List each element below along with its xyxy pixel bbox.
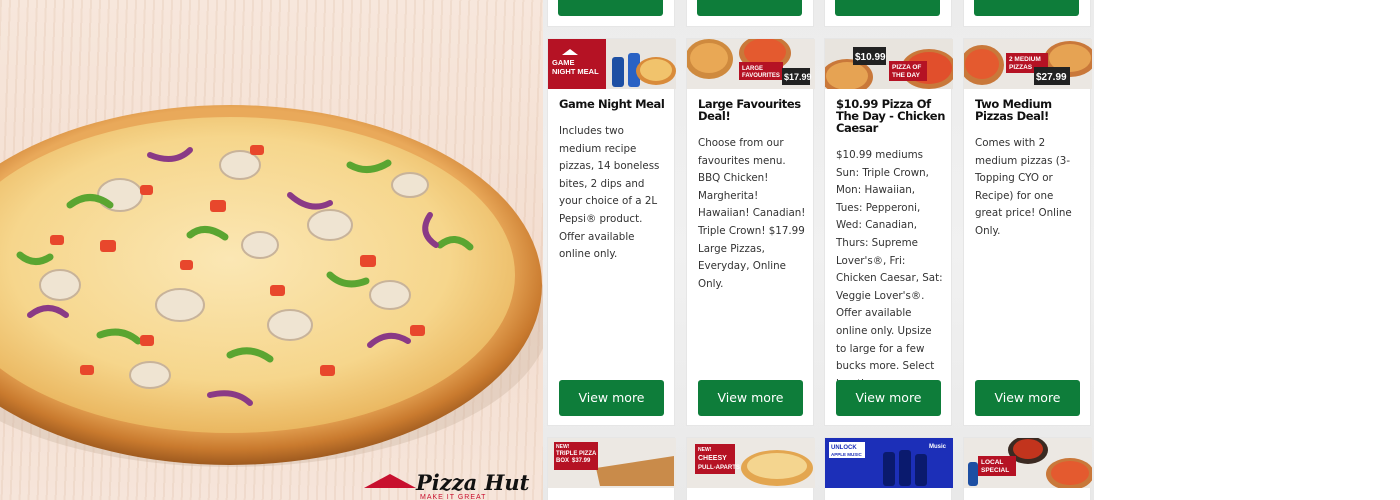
deal-title: Game Night Meal bbox=[559, 97, 665, 111]
deal-title: Large Favourites Deal! bbox=[698, 97, 801, 123]
deal-description: Comes with 2 medium pizzas (3-Topping CY… bbox=[975, 137, 1072, 237]
svg-text:BOX: BOX bbox=[556, 458, 569, 464]
svg-text:NIGHT MEAL: NIGHT MEAL bbox=[552, 67, 599, 76]
svg-text:THE DAY: THE DAY bbox=[892, 72, 921, 79]
deal-thumbnail: $10.99 PIZZA OF THE DAY bbox=[825, 39, 953, 89]
svg-text:$10.99: $10.99 bbox=[855, 52, 886, 63]
deal-thumbnail: LOCAL SPECIAL bbox=[964, 438, 1092, 488]
svg-text:$37.99: $37.99 bbox=[572, 458, 591, 464]
deal-title: $10.99 Pizza Of The Day - Chicken Caesar bbox=[836, 97, 945, 135]
view-more-button[interactable] bbox=[558, 0, 663, 16]
deal-card-partial[interactable]: NEW! CHEESY PULL-APARTS bbox=[686, 437, 815, 500]
svg-text:UNLOCK: UNLOCK bbox=[831, 445, 857, 451]
deal-thumbnail: 2 MEDIUM PIZZAS $27.99 bbox=[964, 39, 1092, 89]
svg-text:2 MEDIUM: 2 MEDIUM bbox=[1009, 56, 1041, 63]
view-more-button[interactable]: View more bbox=[698, 380, 803, 416]
svg-text:APPLE MUSIC: APPLE MUSIC bbox=[831, 452, 863, 457]
deal-card-game-night-meal[interactable]: GAME NIGHT MEAL Game Night Meal Includes… bbox=[547, 38, 676, 426]
view-more-button[interactable] bbox=[697, 0, 802, 16]
deal-description: Includes two medium recipe pizzas, 14 bo… bbox=[559, 125, 660, 261]
deal-card-partial[interactable]: NEW! TRIPLE PIZZA BOX $37.99 bbox=[547, 437, 676, 500]
svg-text:LARGE: LARGE bbox=[742, 66, 763, 72]
deal-card-large-favourites[interactable]: LARGE FAVOURITES $17.99 Large Favourites… bbox=[686, 38, 815, 426]
deal-thumbnail: NEW! TRIPLE PIZZA BOX $37.99 bbox=[548, 438, 676, 488]
svg-text:TRIPLE PIZZA: TRIPLE PIZZA bbox=[556, 451, 597, 457]
svg-text:GAME: GAME bbox=[552, 58, 575, 67]
svg-text:$17.99: $17.99 bbox=[784, 72, 812, 82]
view-more-button[interactable] bbox=[974, 0, 1079, 16]
deal-card-two-medium-pizzas[interactable]: 2 MEDIUM PIZZAS $27.99 Two Medium Pizzas… bbox=[963, 38, 1092, 426]
svg-text:PIZZA OF: PIZZA OF bbox=[892, 64, 921, 71]
svg-text:PIZZAS: PIZZAS bbox=[1009, 64, 1033, 71]
deal-card-partial[interactable]: UNLOCK APPLE MUSIC Music bbox=[824, 437, 953, 500]
pizza-hut-logo: Pizza Hut MAKE IT GREAT bbox=[364, 470, 530, 500]
svg-text:$27.99: $27.99 bbox=[1036, 72, 1067, 83]
svg-text:MAKE IT GREAT: MAKE IT GREAT bbox=[420, 494, 486, 500]
view-more-button[interactable] bbox=[835, 0, 940, 16]
deal-card-pizza-of-the-day[interactable]: $10.99 PIZZA OF THE DAY $10.99 Pizza Of … bbox=[824, 38, 953, 426]
svg-text:LOCAL: LOCAL bbox=[981, 459, 1003, 466]
deal-description: Choose from our favourites menu. BBQ Chi… bbox=[698, 137, 806, 290]
svg-text:CHEESY: CHEESY bbox=[698, 455, 727, 462]
svg-text:PULL-APARTS: PULL-APARTS bbox=[698, 465, 740, 471]
view-more-button[interactable]: View more bbox=[975, 380, 1080, 416]
svg-text:Music: Music bbox=[929, 444, 947, 450]
hero-image: Pizza Hut MAKE IT GREAT bbox=[0, 0, 543, 500]
svg-text:NEW!: NEW! bbox=[556, 444, 570, 450]
svg-text:FAVOURITES: FAVOURITES bbox=[742, 73, 780, 79]
view-more-button[interactable]: View more bbox=[559, 380, 664, 416]
deal-card-partial[interactable]: LOCAL SPECIAL bbox=[963, 437, 1092, 500]
deal-title: Two Medium Pizzas Deal! bbox=[975, 97, 1052, 123]
deal-thumbnail: NEW! CHEESY PULL-APARTS bbox=[687, 438, 815, 488]
svg-text:Pizza Hut: Pizza Hut bbox=[415, 470, 530, 495]
deal-thumbnail: UNLOCK APPLE MUSIC Music bbox=[825, 438, 953, 488]
deal-description: $10.99 mediums Sun: Triple Crown, Mon: H… bbox=[836, 149, 943, 390]
pizza-image bbox=[0, 105, 543, 467]
deal-thumbnail: GAME NIGHT MEAL bbox=[548, 39, 676, 89]
deal-thumbnail: LARGE FAVOURITES $17.99 bbox=[687, 39, 815, 89]
page: Pizza Hut MAKE IT GREAT GAME NIGHT MEAL … bbox=[0, 0, 1400, 500]
svg-text:SPECIAL: SPECIAL bbox=[981, 467, 1009, 474]
view-more-button[interactable]: View more bbox=[836, 380, 941, 416]
svg-text:NEW!: NEW! bbox=[698, 447, 712, 453]
